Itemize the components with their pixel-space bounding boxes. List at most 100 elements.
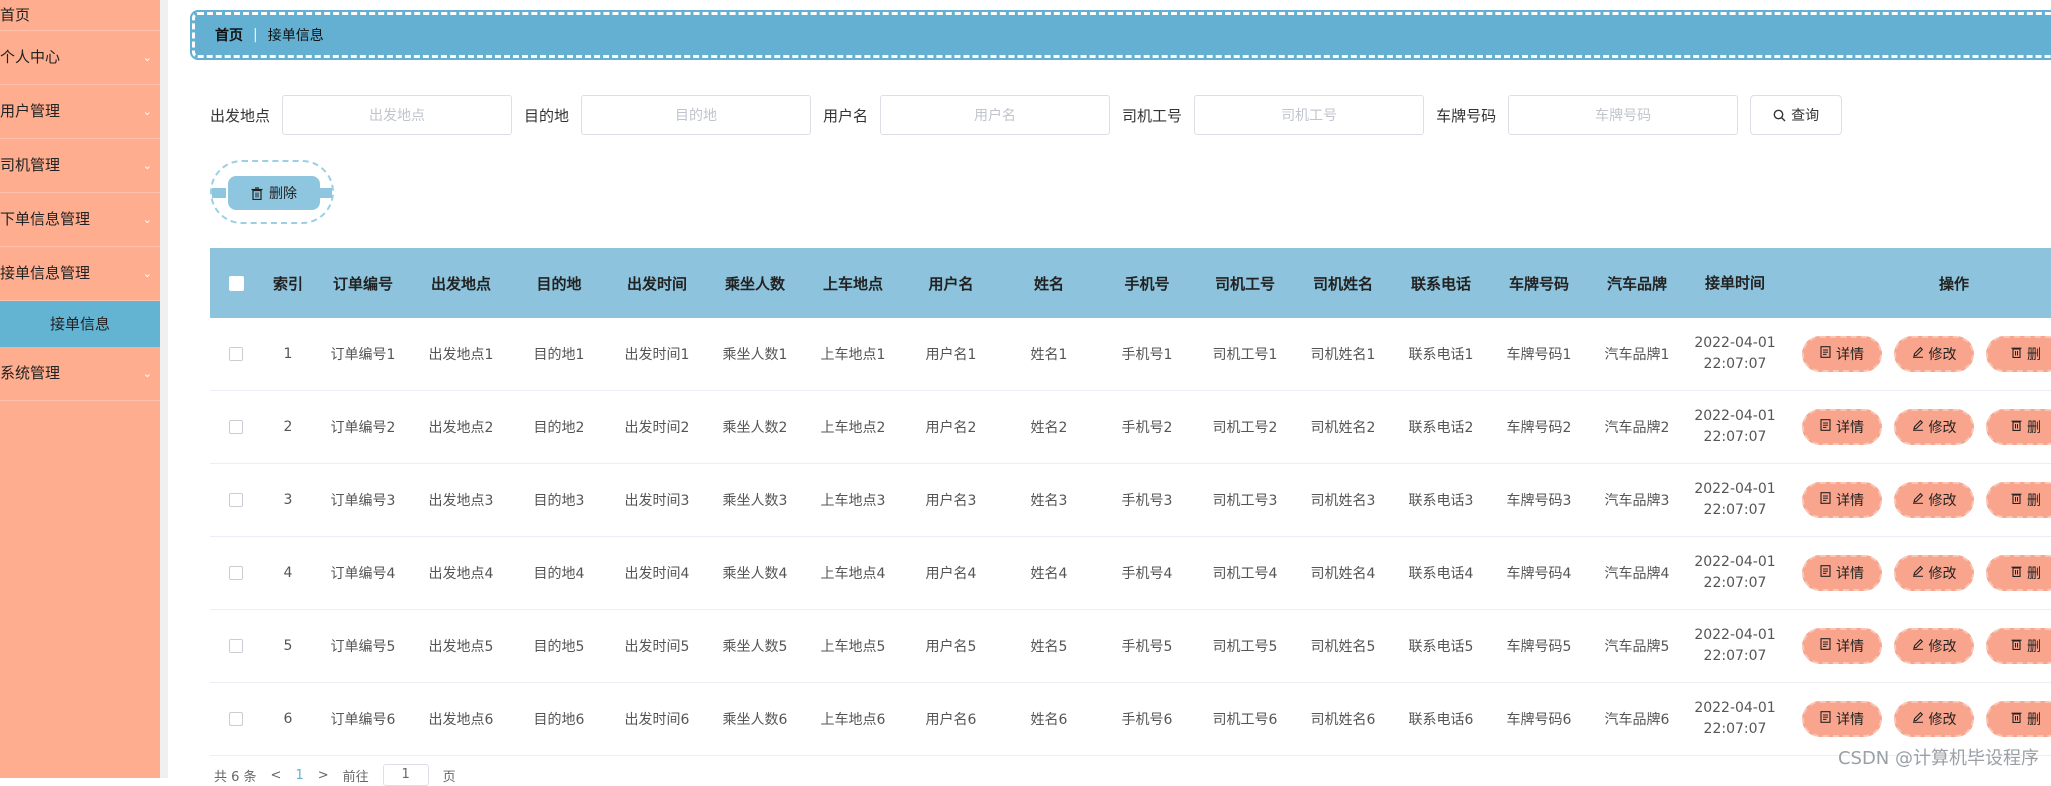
table-cell-actions: 详情 修改 删 xyxy=(1784,482,2051,518)
page-number[interactable]: 1 xyxy=(295,768,303,783)
table-cell-name: 姓名6 xyxy=(1030,712,1068,728)
table-cell-destination: 目的地4 xyxy=(533,566,585,582)
action-label: 修改 xyxy=(1928,639,1957,655)
action-label: 详情 xyxy=(1836,566,1864,582)
sidebar-item-personal-center[interactable]: 个人中心 ⌄ xyxy=(0,31,160,85)
username-input[interactable]: 用户名 xyxy=(880,95,1111,135)
action-label: 删 xyxy=(2027,566,2041,582)
edit-button[interactable]: 修改 xyxy=(1894,482,1974,518)
table-cell-depart-time: 出发时间6 xyxy=(624,712,690,728)
delete-row-button[interactable]: 删 xyxy=(1986,409,2051,445)
sidebar-item-driver-management[interactable]: 司机管理 ⌄ xyxy=(0,139,160,193)
row-checkbox[interactable] xyxy=(229,639,243,653)
delete-row-button[interactable]: 删 xyxy=(1986,555,2051,591)
table-cell-driver-name: 司机姓名5 xyxy=(1310,639,1376,655)
table-row: 4 订单编号4 出发地点4 目的地4 出发时间4 乘坐人数4 上车地点4 用户名4 姓名4 手机号… xyxy=(210,537,2051,610)
table-cell-driver-name: 司机姓名6 xyxy=(1310,712,1376,728)
table-cell-departure: 出发地点2 xyxy=(428,420,494,436)
detail-button[interactable]: 详情 xyxy=(1802,482,1882,518)
table-cell-driver-no: 司机工号5 xyxy=(1212,639,1278,655)
table-body: 1 订单编号1 出发地点1 目的地1 出发时间1 乘坐人数1 上车地点1 用户名1 姓名1 手机号… xyxy=(210,318,2051,756)
row-checkbox[interactable] xyxy=(229,347,243,361)
delete-row-button[interactable]: 删 xyxy=(1986,482,2051,518)
action-label: 修改 xyxy=(1928,347,1957,363)
select-all-checkbox[interactable] xyxy=(228,276,244,291)
next-page-button[interactable]: > xyxy=(318,768,329,783)
table-cell-pickup: 上车地点4 xyxy=(820,566,886,582)
row-checkbox[interactable] xyxy=(229,712,243,726)
detail-button[interactable]: 详情 xyxy=(1802,409,1882,445)
sidebar-divider xyxy=(160,0,168,778)
search-button[interactable]: 查询 xyxy=(1750,95,1843,135)
table-cell-order-no: 订单编号6 xyxy=(330,712,396,728)
row-checkbox[interactable] xyxy=(229,420,243,434)
edit-button[interactable]: 修改 xyxy=(1894,701,1974,737)
edit-button[interactable]: 修改 xyxy=(1894,336,1974,372)
table-cell-departure: 出发地点4 xyxy=(428,566,494,582)
table-cell-phone: 手机号1 xyxy=(1121,347,1173,363)
table-cell-brand: 汽车品牌6 xyxy=(1604,712,1670,728)
table-cell-order-no: 订单编号2 xyxy=(330,420,396,436)
table-cell-depart-time: 出发时间1 xyxy=(624,347,690,363)
sidebar-item-system-management[interactable]: 系统管理 ⌄ xyxy=(0,347,160,401)
prev-page-button[interactable]: < xyxy=(271,768,282,783)
detail-button[interactable]: 详情 xyxy=(1802,336,1882,372)
table-cell-destination: 目的地1 xyxy=(533,347,585,363)
edit-button[interactable]: 修改 xyxy=(1894,628,1974,664)
table-cell-phone: 手机号5 xyxy=(1121,639,1173,655)
column-header: 手机号 xyxy=(1124,274,1170,293)
sidebar-item-label: 首页 xyxy=(0,6,31,24)
row-checkbox[interactable] xyxy=(229,566,243,580)
accept-clock: 22:07:07 xyxy=(1703,502,1767,518)
delete-row-button[interactable]: 删 xyxy=(1986,701,2051,737)
sidebar-item-accept-management[interactable]: 接单信息管理 ⌄ xyxy=(0,247,160,301)
sidebar-item-home[interactable]: 首页 xyxy=(0,0,160,31)
table-cell-pickup: 上车地点1 xyxy=(820,347,886,363)
table-cell-depart-time: 出发时间5 xyxy=(624,639,690,655)
breadcrumb-home[interactable]: 首页 xyxy=(215,25,243,45)
detail-button[interactable]: 详情 xyxy=(1802,628,1882,664)
goto-page-input[interactable]: 1 xyxy=(382,764,429,786)
column-header: 接单时间 xyxy=(1704,273,1765,292)
sidebar-subitem-label: 接单信息 xyxy=(49,315,110,333)
detail-button[interactable]: 详情 xyxy=(1802,555,1882,591)
delete-row-button[interactable]: 删 xyxy=(1986,336,2051,372)
table-row: 3 订单编号3 出发地点3 目的地3 出发时间3 乘坐人数3 上车地点3 用户名3 姓名3 手机号… xyxy=(210,464,2051,537)
action-label: 删 xyxy=(2027,712,2041,728)
row-checkbox[interactable] xyxy=(229,493,243,507)
table-cell-plate: 车牌号码3 xyxy=(1506,493,1572,509)
table-cell-username: 用户名5 xyxy=(925,639,977,655)
breadcrumb-separator: | xyxy=(253,27,258,43)
table-cell-username: 用户名2 xyxy=(925,420,977,436)
edit-button[interactable]: 修改 xyxy=(1894,409,1974,445)
edit-button[interactable]: 修改 xyxy=(1894,555,1974,591)
sidebar-subitem-accept-info[interactable]: 接单信息 xyxy=(0,301,160,347)
accept-clock: 22:07:07 xyxy=(1703,721,1767,737)
table-cell-driver-no: 司机工号3 xyxy=(1212,493,1278,509)
column-header: 联系电话 xyxy=(1410,274,1471,293)
table-cell-pickup: 上车地点2 xyxy=(820,420,886,436)
table-cell-contact: 联系电话5 xyxy=(1408,639,1474,655)
search-button-label: 查询 xyxy=(1791,108,1820,124)
delete-button-frame: 删除 xyxy=(210,160,334,224)
row-checkbox-cell xyxy=(210,346,262,362)
detail-button[interactable]: 详情 xyxy=(1802,701,1882,737)
sidebar-item-label: 下单信息管理 xyxy=(0,210,91,228)
table-cell-name: 姓名2 xyxy=(1030,420,1068,436)
column-header: 索引 xyxy=(272,274,303,293)
plate-input[interactable]: 车牌号码 xyxy=(1508,95,1739,135)
delete-button[interactable]: 删除 xyxy=(228,176,320,210)
destination-input[interactable]: 目的地 xyxy=(581,95,812,135)
table-cell-driver-no: 司机工号1 xyxy=(1212,347,1278,363)
breadcrumb-current: 接单信息 xyxy=(267,28,324,44)
table-cell-index: 1 xyxy=(283,346,293,362)
departure-input[interactable]: 出发地点 xyxy=(282,95,513,135)
table-cell-index: 5 xyxy=(283,638,293,654)
action-label: 详情 xyxy=(1836,347,1864,363)
driver-no-input[interactable]: 司机工号 xyxy=(1194,95,1425,135)
delete-row-button[interactable]: 删 xyxy=(1986,628,2051,664)
sidebar-item-order-management[interactable]: 下单信息管理 ⌄ xyxy=(0,193,160,247)
document-icon xyxy=(1820,419,1831,435)
edit-icon xyxy=(1912,492,1924,508)
sidebar-item-user-management[interactable]: 用户管理 ⌄ xyxy=(0,85,160,139)
